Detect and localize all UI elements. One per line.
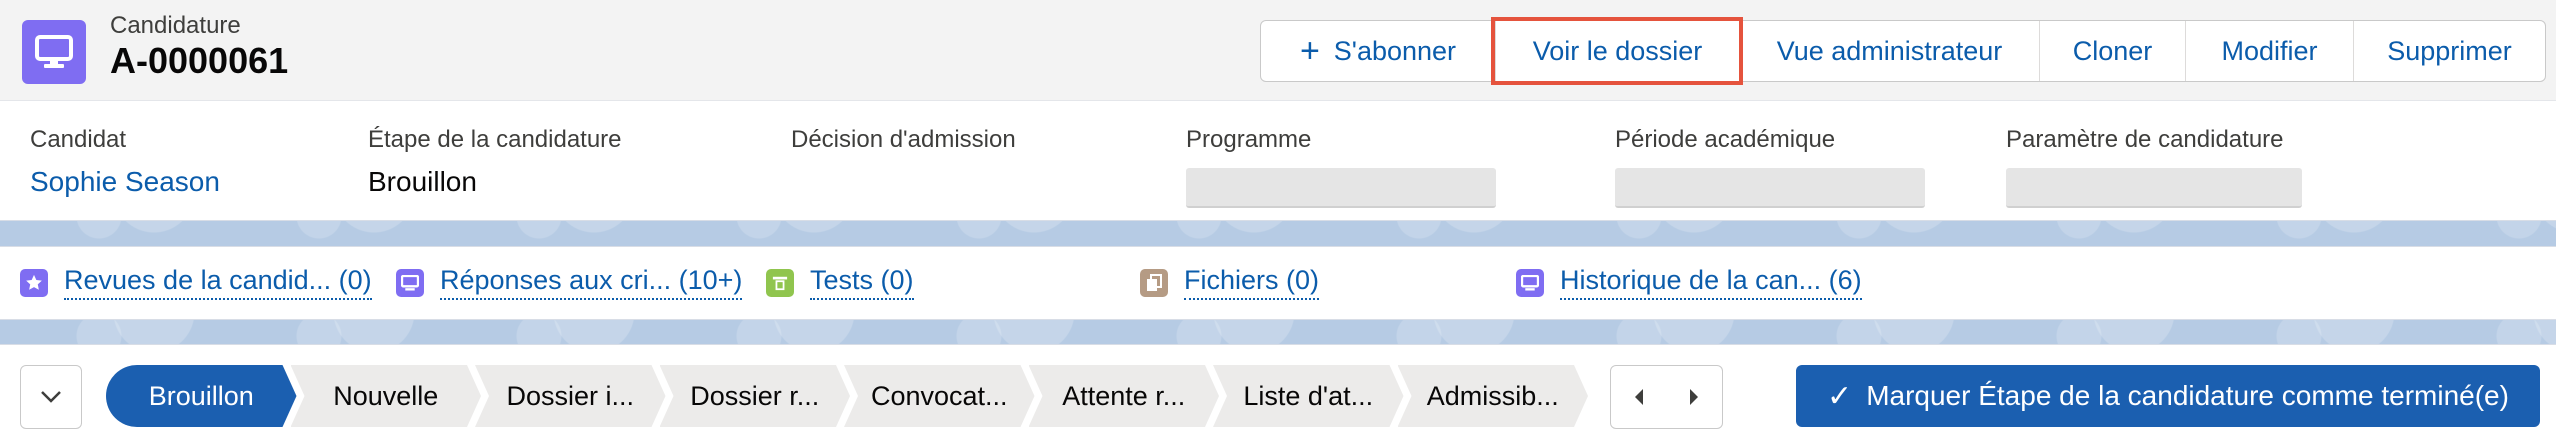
path-stage[interactable]: Liste d'at... <box>1213 365 1404 427</box>
related-link[interactable]: Réponses aux cri... (10+) <box>440 265 743 300</box>
path-stage[interactable]: Nouvelle <box>291 365 482 427</box>
field-label: Étape de la candidature <box>368 126 622 153</box>
delete-button[interactable]: Supprimer <box>2353 21 2545 81</box>
check-icon: ✓ <box>1827 379 1853 413</box>
path-toggle-button[interactable] <box>20 365 82 429</box>
view-file-button[interactable]: Voir le dossier <box>1491 17 1743 85</box>
clone-button[interactable]: Cloner <box>2039 21 2185 81</box>
redacted-value <box>2006 168 2302 208</box>
field-label: Décision d'admission <box>791 126 1016 153</box>
field-etape: Étape de la candidature Brouillon <box>368 126 622 198</box>
form-icon <box>766 268 794 297</box>
monitor-icon <box>396 268 424 297</box>
plus-icon: + <box>1299 31 1320 70</box>
path-stages: Brouillon Nouvelle Dossier i... Dossier … <box>106 365 1582 427</box>
related-item-fichiers[interactable]: Fichiers (0) <box>1140 265 1320 300</box>
header-title-bar: Candidature A-0000061 + S'abonner Voir l… <box>0 0 2556 101</box>
object-type-label: Candidature <box>110 12 241 39</box>
related-item-revues[interactable]: Revues de la candid... (0) <box>20 265 372 300</box>
star-icon <box>20 268 48 297</box>
field-label: Programme <box>1186 126 1312 153</box>
field-label: Paramètre de candidature <box>2006 126 2284 153</box>
field-value: Brouillon <box>368 166 477 197</box>
path-next-button[interactable] <box>1666 365 1723 429</box>
admin-view-button[interactable]: Vue administrateur <box>1739 21 2039 81</box>
subscribe-label: S'abonner <box>1333 35 1457 66</box>
path-bar: Brouillon Nouvelle Dossier i... Dossier … <box>0 344 2556 444</box>
subscribe-button[interactable]: + S'abonner <box>1261 21 1495 81</box>
record-header: Candidature A-0000061 + S'abonner Voir l… <box>0 0 2556 221</box>
path-stage[interactable]: Dossier r... <box>660 365 851 427</box>
field-programme: Programme <box>1186 126 1496 208</box>
candidate-link[interactable]: Sophie Season <box>30 166 220 198</box>
monitor-icon <box>1516 268 1544 297</box>
edit-button[interactable]: Modifier <box>2185 21 2353 81</box>
mark-stage-label: Marquer Étape de la candidature comme te… <box>1866 380 2509 411</box>
path-stage[interactable]: Dossier i... <box>475 365 666 427</box>
field-periode: Période académique <box>1615 126 1925 208</box>
related-item-historique[interactable]: Historique de la can... (6) <box>1516 265 1862 300</box>
path-stage[interactable]: Brouillon <box>106 365 297 427</box>
field-label: Période académique <box>1615 126 1836 153</box>
related-item-tests[interactable]: Tests (0) <box>766 265 914 300</box>
record-name: A-0000061 <box>110 40 289 81</box>
related-link[interactable]: Historique de la can... (6) <box>1560 265 1862 300</box>
redacted-value <box>1186 168 1496 208</box>
files-icon <box>1140 268 1168 297</box>
redacted-value <box>1615 168 1925 208</box>
mark-stage-complete-button[interactable]: ✓ Marquer Étape de la candidature comme … <box>1796 365 2540 427</box>
field-decision: Décision d'admission <box>791 126 1016 154</box>
field-candidat: Candidat Sophie Season <box>30 126 220 198</box>
related-lists-strip: Revues de la candid... (0) Réponses aux … <box>0 246 2556 320</box>
path-previous-button[interactable] <box>1610 365 1668 429</box>
action-button-group: + S'abonner Voir le dossier Vue administ… <box>1260 17 2546 85</box>
path-stage[interactable]: Admissib... <box>1398 365 1589 427</box>
chevron-down-icon <box>41 391 61 403</box>
chevron-right-icon <box>1690 389 1698 405</box>
field-parametre: Paramètre de candidature <box>2006 126 2302 208</box>
related-link[interactable]: Revues de la candid... (0) <box>64 265 372 300</box>
monitor-icon <box>22 20 86 84</box>
field-label: Candidat <box>30 126 127 153</box>
path-stage[interactable]: Convocat... <box>844 365 1035 427</box>
related-link[interactable]: Fichiers (0) <box>1184 265 1320 300</box>
related-item-reponses[interactable]: Réponses aux cri... (10+) <box>396 265 743 300</box>
related-link[interactable]: Tests (0) <box>810 265 914 300</box>
path-stage[interactable]: Attente r... <box>1029 365 1220 427</box>
chevron-left-icon <box>1635 389 1643 405</box>
